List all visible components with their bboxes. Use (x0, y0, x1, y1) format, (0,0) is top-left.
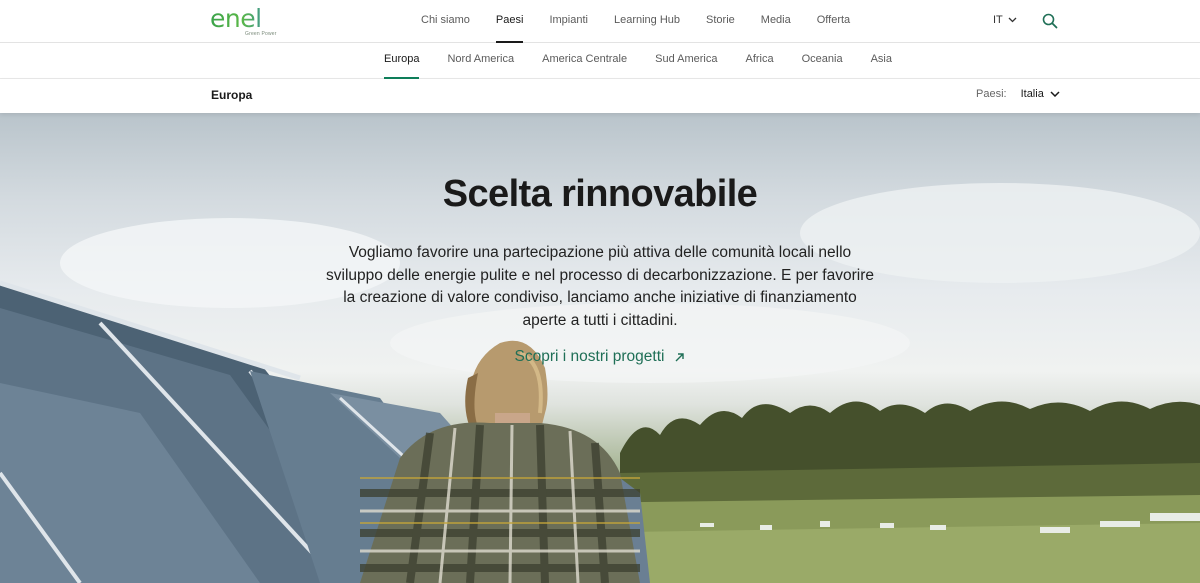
hero-title: Scelta rinnovabile (442, 173, 758, 215)
region-tabs: Europa Nord America America Centrale Sud… (370, 43, 906, 79)
hero-description: Vogliamo favorire una partecipazione più… (326, 244, 874, 329)
main-nav: Chi siamo Paesi Impianti Learning Hub St… (408, 0, 863, 43)
nav-item-paesi[interactable]: Paesi (495, 0, 523, 43)
tab-africa[interactable]: Africa (745, 43, 773, 79)
search-icon[interactable] (1042, 13, 1058, 29)
nav-item-learning-hub[interactable]: Learning Hub (614, 0, 680, 43)
projects-link-label: Scopri i nostri progetti (514, 348, 665, 365)
chevron-down-icon (1008, 17, 1017, 23)
top-navigation-bar: enel Green Power Chi siamo Paesi Impiant… (0, 0, 1200, 43)
country-label: Paesi: (976, 88, 1007, 100)
tab-europa[interactable]: Europa (384, 43, 420, 79)
country-selector[interactable]: Paesi: Italia (976, 88, 1060, 100)
region-title: Europa (211, 88, 253, 102)
chevron-down-icon (1050, 91, 1060, 97)
nav-item-media[interactable]: Media (761, 0, 791, 43)
tab-asia[interactable]: Asia (871, 43, 892, 79)
logo-wordmark: enel (210, 6, 280, 32)
tab-sud-america[interactable]: Sud America (655, 43, 717, 79)
nav-item-chi-siamo[interactable]: Chi siamo (421, 0, 470, 43)
region-bar: Europa Paesi: Italia (0, 79, 1200, 113)
tab-nord-america[interactable]: Nord America (447, 43, 514, 79)
tab-oceania[interactable]: Oceania (802, 43, 843, 79)
hero-content: Scelta rinnovabile Vogliamo favorire una… (0, 113, 1200, 366)
projects-link[interactable]: Scopri i nostri progetti (515, 348, 686, 366)
arrow-up-right-icon (675, 352, 685, 361)
hero-section: Scelta rinnovabile Vogliamo favorire una… (0, 113, 1200, 583)
language-label: IT (993, 14, 1003, 26)
nav-item-impianti[interactable]: Impianti (549, 0, 588, 43)
region-tabs-bar: Europa Nord America America Centrale Sud… (0, 43, 1200, 79)
enel-logo[interactable]: enel Green Power (210, 6, 280, 42)
logo-subtitle: Green Power (245, 31, 277, 37)
language-selector[interactable]: IT (993, 14, 1017, 26)
tab-america-centrale[interactable]: America Centrale (542, 43, 627, 79)
nav-item-offerta[interactable]: Offerta (817, 0, 850, 43)
country-value: Italia (1020, 88, 1044, 100)
nav-item-storie[interactable]: Storie (706, 0, 735, 43)
